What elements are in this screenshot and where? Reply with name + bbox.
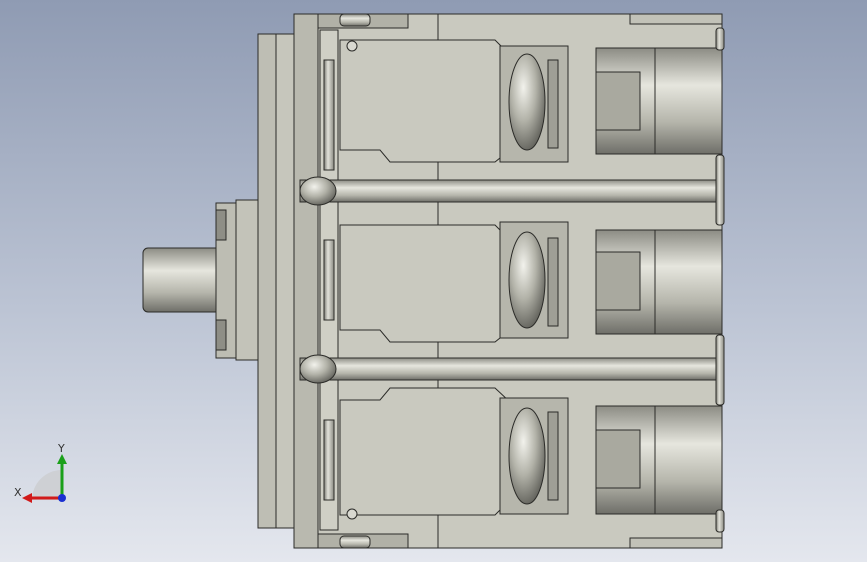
x-axis-label: X — [14, 486, 22, 499]
tie-rod-upper — [299, 176, 721, 206]
coordinate-triad: Y X — [14, 442, 67, 503]
y-axis-head — [57, 454, 67, 464]
cartridge-top — [339, 39, 723, 163]
z-axis-dot — [58, 494, 66, 502]
cartridge-bottom — [339, 387, 723, 520]
triad-plane — [32, 470, 62, 500]
graphics-viewport[interactable]: Y X — [0, 0, 867, 562]
x-axis-head — [22, 493, 32, 503]
cartridge-middle — [339, 221, 723, 343]
tie-rod-lower — [299, 354, 721, 384]
cad-model-front-view[interactable] — [0, 0, 867, 562]
output-shaft — [142, 247, 224, 313]
y-axis-label: Y — [57, 442, 65, 455]
